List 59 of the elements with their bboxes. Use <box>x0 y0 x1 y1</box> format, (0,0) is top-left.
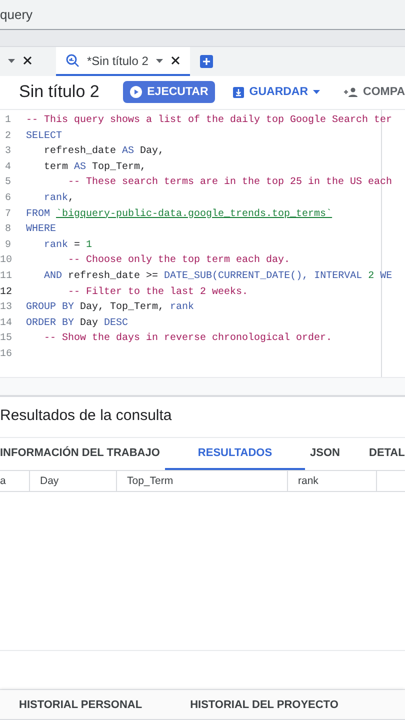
code-line: -- Filter to the last 2 weeks. <box>67 286 248 298</box>
history-tab[interactable]: HISTORIAL DEL PROYECTO <box>190 698 338 711</box>
query-title: Sin título 2 <box>19 82 100 102</box>
results-title: Resultados de la consulta <box>0 396 405 438</box>
code-line: -- Choose only the top term each day. <box>67 255 290 266</box>
code-line: WHERE <box>26 224 56 236</box>
results-tab[interactable]: RESULTADOS <box>165 438 305 470</box>
code-line: rank, <box>43 193 74 204</box>
download-icon <box>233 86 244 98</box>
line-number: 1 <box>4 115 12 126</box>
editor-tab[interactable]: *Sin título 2 <box>56 47 190 76</box>
column-header[interactable]: Top_Term <box>117 470 288 491</box>
run-button[interactable]: EJECUTAR <box>123 81 216 104</box>
code-line: refresh_date AS Day, <box>43 146 164 158</box>
code-line: -- These search terms are in the top 25 in the US each <box>67 177 392 188</box>
close-icon[interactable] <box>23 56 32 66</box>
code-line: ORDER BY Day DESC <box>26 318 128 329</box>
column-header[interactable]: a <box>0 470 30 491</box>
code-line: AND refresh_date >= DATE_SUB(CURRENT_DATE(), INTERVAL 2 WE <box>43 271 392 282</box>
line-number: 7 <box>4 208 12 220</box>
line-number: 9 <box>4 240 12 251</box>
query-icon <box>66 54 79 68</box>
column-header[interactable]: Day <box>30 470 117 491</box>
line-number: 12 <box>0 286 14 298</box>
line-number: 16 <box>0 348 14 360</box>
line-number: 11 <box>0 271 14 282</box>
play-icon <box>130 86 142 98</box>
search-field[interactable]: query <box>0 0 405 30</box>
results-tab[interactable]: INFORMACIÓN DEL TRABAJO <box>0 438 165 470</box>
code-line: term AS Top_Term, <box>43 162 146 173</box>
results-tab[interactable]: DETAL <box>345 438 405 470</box>
line-number: 6 <box>4 193 12 204</box>
column-header[interactable]: rank <box>288 470 377 491</box>
line-number: 4 <box>4 162 12 173</box>
code-line: SELECT <box>26 130 62 142</box>
caret-icon <box>313 90 320 94</box>
share-button[interactable]: COMPA <box>344 86 405 98</box>
save-button[interactable]: GUARDAR <box>233 86 320 98</box>
line-number: 3 <box>4 146 12 158</box>
line-number: 15 <box>0 333 14 344</box>
caret-icon[interactable] <box>156 58 164 63</box>
line-number: 5 <box>4 177 12 188</box>
code-line: rank = 1 <box>43 240 92 251</box>
close-icon[interactable] <box>171 56 180 66</box>
plus-icon <box>202 57 212 66</box>
caret-icon[interactable] <box>8 58 15 63</box>
results-tab[interactable]: JSON <box>305 438 345 470</box>
code-line: GROUP BY Day, Top_Term, rank <box>26 302 194 314</box>
line-number: 10 <box>0 255 14 266</box>
add-tab-button[interactable] <box>200 55 214 68</box>
history-tab[interactable]: HISTORIAL PERSONAL <box>19 698 142 711</box>
line-number: 8 <box>4 224 12 236</box>
line-number: 2 <box>4 130 12 142</box>
line-number: 13 <box>0 302 14 314</box>
code-line: -- Show the days in reverse chronological order. <box>43 333 332 344</box>
code-line: -- This query shows a list of the daily top Google Search ter <box>26 115 392 126</box>
line-number: 14 <box>0 318 14 329</box>
code-line: FROM `bigquery-public-data.google_trends.top_terms` <box>26 208 332 220</box>
add-person-icon <box>344 87 358 98</box>
